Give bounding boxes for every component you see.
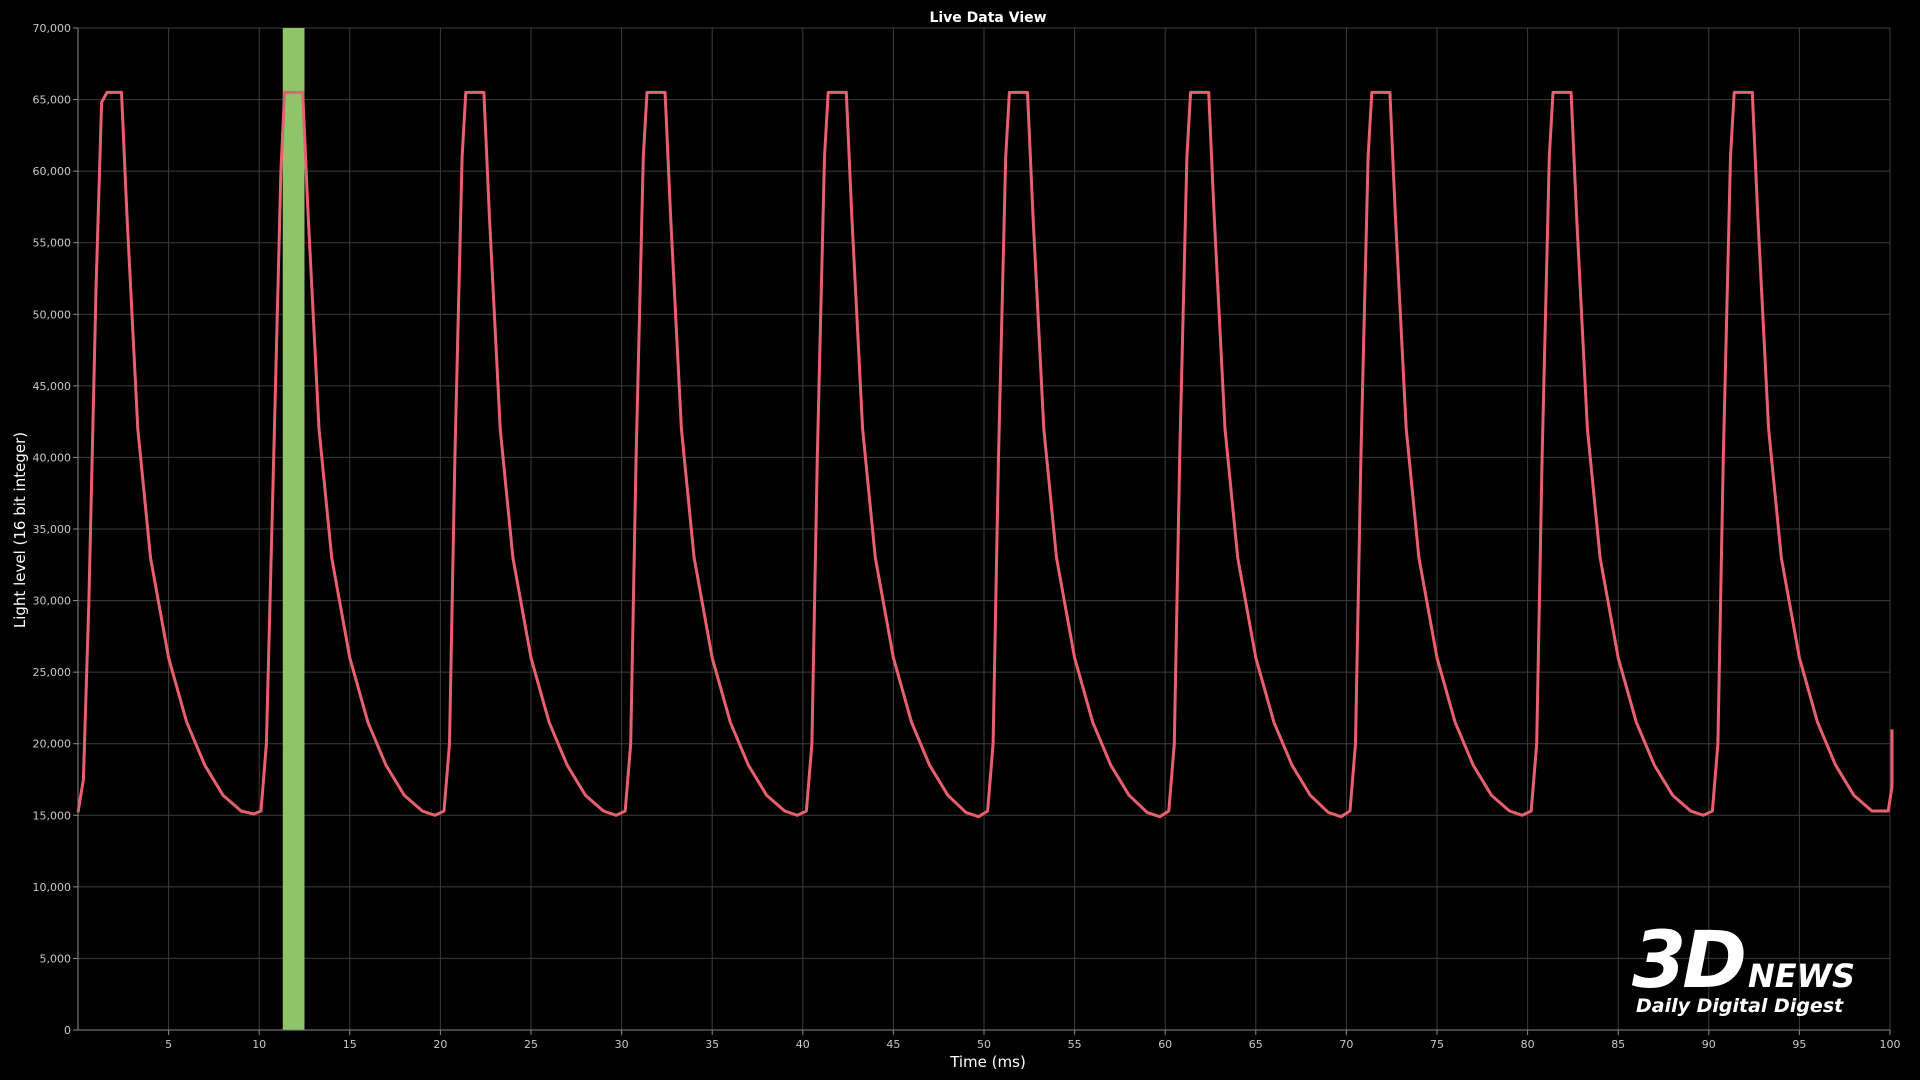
- x-tick-label: 95: [1792, 1038, 1806, 1051]
- chart-title: Live Data View: [929, 10, 1046, 26]
- x-tick-label: 40: [796, 1038, 810, 1051]
- y-tick-label: 20,000: [33, 738, 72, 751]
- y-tick-label: 60,000: [33, 165, 72, 178]
- y-tick-label: 5,000: [40, 952, 72, 965]
- x-tick-label: 5: [165, 1038, 172, 1051]
- chart: Live Data View 0 5,000 10,000 15,000 20,000 2…: [0, 0, 1920, 1080]
- x-tick-label: 35: [705, 1038, 719, 1051]
- y-tick-label: 50,000: [33, 308, 72, 321]
- y-tick-label: 15,000: [33, 809, 72, 822]
- x-tick-label: 65: [1249, 1038, 1263, 1051]
- y-tick-label: 0: [64, 1024, 71, 1037]
- y-tick-label: 45,000: [33, 380, 72, 393]
- x-tick-label: 15: [343, 1038, 357, 1051]
- x-tick-label: 60: [1158, 1038, 1172, 1051]
- y-tick-label: 10,000: [33, 881, 72, 894]
- x-tick-label: 50: [977, 1038, 991, 1051]
- watermark-news: NEWS: [1748, 957, 1855, 995]
- y-tick-label: 55,000: [33, 237, 72, 250]
- x-tick-label: 70: [1339, 1038, 1353, 1051]
- x-tick-label: 55: [1068, 1038, 1082, 1051]
- x-tick-label: 20: [433, 1038, 447, 1051]
- y-tick-label: 40,000: [33, 451, 72, 464]
- highlight-band-layer: [282, 28, 305, 1030]
- x-tick-label: 90: [1702, 1038, 1716, 1051]
- x-tick-label: 10: [252, 1038, 266, 1051]
- highlight-band: [282, 28, 305, 1030]
- y-tick-label: 65,000: [33, 94, 72, 107]
- y-axis-title: Light level (16 bit integer): [11, 432, 29, 628]
- y-tick-label: 70,000: [33, 22, 72, 35]
- grid: [78, 27, 1891, 1031]
- y-tick-label: 25,000: [33, 666, 72, 679]
- watermark-3d: 3D: [1632, 916, 1744, 1006]
- x-tick-label: 80: [1521, 1038, 1535, 1051]
- x-tick-label: 85: [1611, 1038, 1625, 1051]
- x-tick-label: 75: [1430, 1038, 1444, 1051]
- x-axis-title: Time (ms): [949, 1053, 1026, 1071]
- x-tick-label: 30: [615, 1038, 629, 1051]
- x-tick-label: 25: [524, 1038, 538, 1051]
- x-tick-label: 45: [886, 1038, 900, 1051]
- y-tick-label: 35,000: [33, 523, 72, 536]
- y-tick-label: 30,000: [33, 595, 72, 608]
- x-tick-label: 100: [1880, 1038, 1901, 1051]
- watermark-tagline: Daily Digital Digest: [1636, 995, 1844, 1017]
